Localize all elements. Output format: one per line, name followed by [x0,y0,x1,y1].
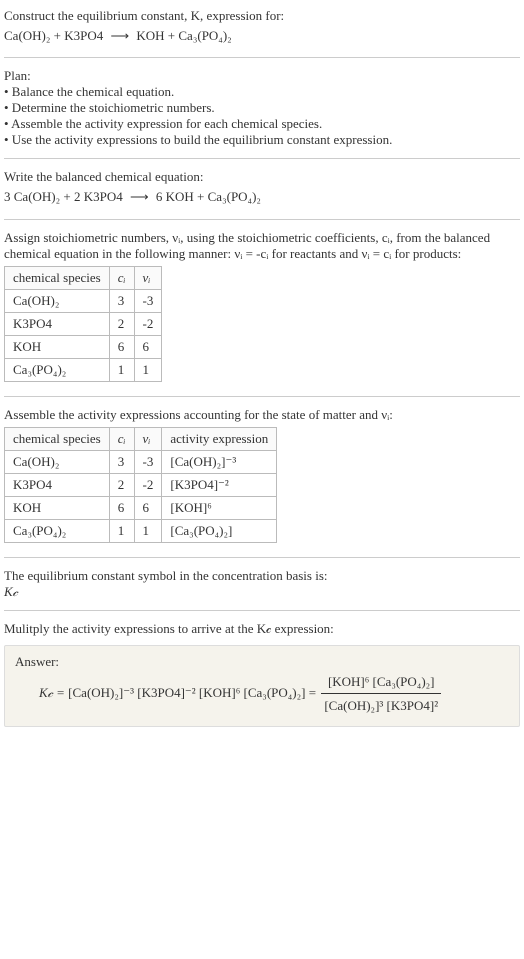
intro-text: Construct the equilibrium constant, K, e… [4,8,520,24]
table-header-row: chemical species cᵢ νᵢ [5,266,162,289]
cell-vi: -3 [134,450,162,473]
assign-section: Assign stoichiometric numbers, νᵢ, using… [4,226,520,390]
divider [4,219,520,220]
arrow-icon: ⟶ [126,189,153,204]
cell-species: Ca(OH)₂ [5,450,110,473]
table-row: Ca(OH)₂ 3 -3 [5,289,162,312]
table-row: Ca₃(PO₄)₂ 1 1 [5,358,162,381]
cell-ci: 1 [109,358,134,381]
plan-bullet: • Assemble the activity expression for e… [4,116,520,132]
cell-species: K3PO4 [5,473,110,496]
col-vi: νᵢ [134,427,162,450]
kc-symbol-text: The equilibrium constant symbol in the c… [4,568,520,584]
balanced-rhs: 6 KOH + Ca₃(PO₄)₂ [156,189,261,204]
table-row: K3PO4 2 -2 [K3PO4]⁻² [5,473,277,496]
intro-section: Construct the equilibrium constant, K, e… [4,4,520,51]
cell-ci: 6 [109,335,134,358]
fraction-numerator: [KOH]⁶ [Ca₃(PO₄)₂] [321,670,441,694]
cell-ci: 3 [109,450,134,473]
fraction-denominator: [Ca(OH)₂]³ [K3PO4]² [321,694,441,717]
col-ci: cᵢ [109,427,134,450]
cell-species: KOH [5,496,110,519]
table-row: KOH 6 6 [5,335,162,358]
kc-symbol: K𝒸 [4,584,520,600]
cell-species: Ca₃(PO₄)₂ [5,358,110,381]
divider [4,158,520,159]
cell-activity: [K3PO4]⁻² [162,473,277,496]
divider [4,396,520,397]
col-species: chemical species [5,427,110,450]
stoich-table: chemical species cᵢ νᵢ Ca(OH)₂ 3 -3 K3PO… [4,266,162,382]
balanced-heading: Write the balanced chemical equation: [4,169,520,185]
cell-vi: 1 [134,358,162,381]
activity-section: Assemble the activity expressions accoun… [4,403,520,551]
table-header-row: chemical species cᵢ νᵢ activity expressi… [5,427,277,450]
plan-bullet: • Determine the stoichiometric numbers. [4,100,520,116]
intro-line1: Construct the equilibrium constant, K, e… [4,8,284,23]
multiply-text: Mulitply the activity expressions to arr… [4,621,520,637]
col-species: chemical species [5,266,110,289]
cell-activity: [Ca(OH)₂]⁻³ [162,450,277,473]
cell-species: Ca₃(PO₄)₂ [5,519,110,542]
cell-species: Ca(OH)₂ [5,289,110,312]
balanced-section: Write the balanced chemical equation: 3 … [4,165,520,212]
col-activity: activity expression [162,427,277,450]
intro-equation: Ca(OH)₂ + K3PO4 ⟶ KOH + Ca₃(PO₄)₂ [4,24,520,47]
col-vi: νᵢ [134,266,162,289]
divider [4,610,520,611]
assign-text: Assign stoichiometric numbers, νᵢ, using… [4,230,520,262]
cell-species: K3PO4 [5,312,110,335]
multiply-section: Mulitply the activity expressions to arr… [4,617,520,641]
plan-bullet: • Use the activity expressions to build … [4,132,520,148]
table-row: Ca(OH)₂ 3 -3 [Ca(OH)₂]⁻³ [5,450,277,473]
table-row: K3PO4 2 -2 [5,312,162,335]
cell-species: KOH [5,335,110,358]
plan-bullet: • Balance the chemical equation. [4,84,520,100]
activity-table: chemical species cᵢ νᵢ activity expressi… [4,427,277,543]
answer-fraction: [KOH]⁶ [Ca₃(PO₄)₂] [Ca(OH)₂]³ [K3PO4]² [321,670,441,718]
table-row: KOH 6 6 [KOH]⁶ [5,496,277,519]
kc-symbol-section: The equilibrium constant symbol in the c… [4,564,520,604]
answer-box: Answer: K𝒸 = [Ca(OH)₂]⁻³ [K3PO4]⁻² [KOH]… [4,645,520,727]
answer-product: [Ca(OH)₂]⁻³ [K3PO4]⁻² [KOH]⁶ [Ca₃(PO₄)₂]… [68,685,319,700]
kc-eq: K𝒸 = [39,685,68,700]
balanced-equation: 3 Ca(OH)₂ + 2 K3PO4 ⟶ 6 KOH + Ca₃(PO₄)₂ [4,185,520,208]
col-ci: cᵢ [109,266,134,289]
answer-label: Answer: [15,654,509,670]
cell-vi: 6 [134,496,162,519]
cell-ci: 6 [109,496,134,519]
cell-ci: 3 [109,289,134,312]
balanced-lhs: 3 Ca(OH)₂ + 2 K3PO4 [4,189,123,204]
cell-vi: 1 [134,519,162,542]
cell-ci: 1 [109,519,134,542]
intro-lhs: Ca(OH)₂ + K3PO4 [4,28,103,43]
answer-equation: K𝒸 = [Ca(OH)₂]⁻³ [K3PO4]⁻² [KOH]⁶ [Ca₃(P… [15,670,509,718]
divider [4,557,520,558]
arrow-icon: ⟶ [107,28,134,43]
cell-activity: [KOH]⁶ [162,496,277,519]
activity-heading: Assemble the activity expressions accoun… [4,407,520,423]
cell-vi: 6 [134,335,162,358]
intro-rhs: KOH + Ca₃(PO₄)₂ [136,28,231,43]
cell-vi: -3 [134,289,162,312]
cell-vi: -2 [134,312,162,335]
table-row: Ca₃(PO₄)₂ 1 1 [Ca₃(PO₄)₂] [5,519,277,542]
cell-ci: 2 [109,473,134,496]
plan-heading: Plan: [4,68,520,84]
divider [4,57,520,58]
cell-ci: 2 [109,312,134,335]
plan-section: Plan: • Balance the chemical equation. •… [4,64,520,152]
cell-vi: -2 [134,473,162,496]
cell-activity: [Ca₃(PO₄)₂] [162,519,277,542]
